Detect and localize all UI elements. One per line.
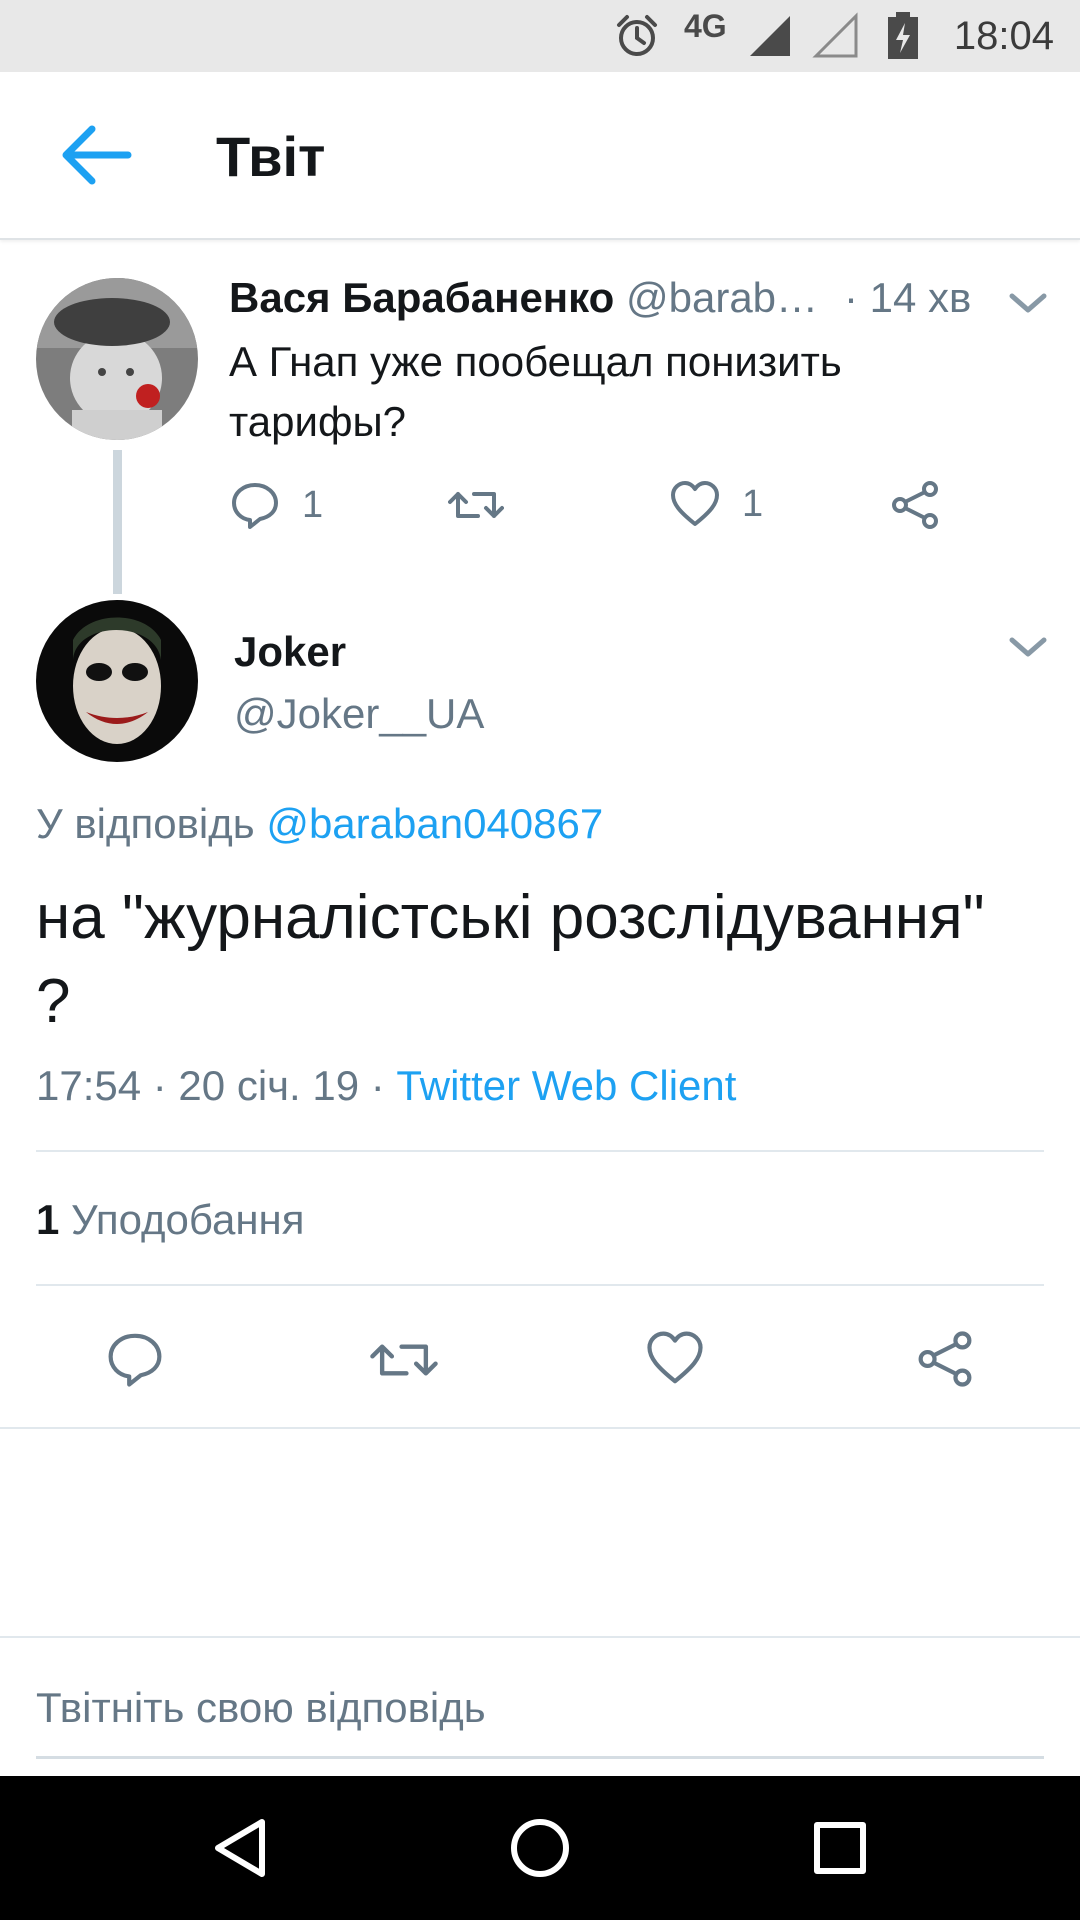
battery-charging-icon <box>886 0 920 72</box>
nav-recents-button[interactable] <box>790 1798 890 1898</box>
like-icon <box>647 1331 703 1384</box>
reply-input[interactable]: Твітніть свою відповідь <box>36 1684 486 1732</box>
likes-label: Уподобання <box>71 1196 305 1243</box>
likes-count: 1 <box>36 1196 60 1243</box>
back-button[interactable] <box>56 122 136 188</box>
parent-tweet-header: Вася Барабаненко @barab… <box>229 274 818 322</box>
divider <box>36 1150 1044 1152</box>
parent-like-button[interactable]: 1 <box>670 480 763 528</box>
parent-tweet-menu[interactable] <box>1008 290 1048 316</box>
navigation-bar <box>0 1776 1080 1920</box>
parent-reply-button[interactable]: 1 <box>230 480 323 530</box>
retweet-button[interactable] <box>370 1332 438 1388</box>
app-bar: Твіт <box>0 72 1080 240</box>
status-bar: 4G 18:04 <box>0 0 1080 72</box>
nav-back-button[interactable] <box>190 1798 290 1898</box>
likes-summary[interactable]: 1 Уподобання <box>36 1196 304 1244</box>
tweet-source-link[interactable]: Twitter Web Client <box>396 1062 736 1109</box>
parent-retweet-button[interactable] <box>448 482 504 528</box>
arrow-left-icon <box>62 125 132 185</box>
page-title: Твіт <box>216 125 326 188</box>
reply-icon <box>232 483 278 529</box>
parent-tweet-text: А Гнап уже пообещал понизить тарифы? <box>229 338 842 445</box>
parent-share-button[interactable] <box>890 480 940 530</box>
parent-author-handle[interactable]: @barab… <box>626 274 818 321</box>
avatar-main[interactable] <box>36 600 198 762</box>
parent-reply-count: 1 <box>302 483 324 526</box>
retweet-icon <box>448 492 504 518</box>
share-icon <box>918 1331 972 1387</box>
back-triangle-icon <box>215 1819 265 1877</box>
reply-input-underline <box>36 1756 1044 1759</box>
share-icon <box>892 481 938 529</box>
main-author-handle[interactable]: @Joker__UA <box>234 690 484 738</box>
like-button[interactable] <box>646 1330 704 1386</box>
divider <box>0 1636 1080 1638</box>
like-icon <box>671 481 719 526</box>
chevron-down-icon <box>1009 293 1047 313</box>
chevron-down-icon <box>1009 637 1047 657</box>
clock: 18:04 <box>953 13 1054 58</box>
parent-tweet-time: · 14 хв <box>844 274 972 321</box>
tweet-timestamp: 17:54 · 20 січ. 19 · <box>36 1062 385 1109</box>
thread-connector <box>113 450 122 594</box>
share-button[interactable] <box>916 1330 974 1388</box>
main-tweet-text: на "журналістські розслідування" ? <box>36 883 985 1036</box>
alarm-icon <box>614 0 660 72</box>
main-author-name[interactable]: Joker <box>234 628 346 676</box>
tweet-meta: 17:54 · 20 січ. 19 · Twitter Web Client <box>36 1062 736 1110</box>
signal-empty-icon <box>812 0 860 72</box>
reply-icon <box>108 1333 162 1387</box>
home-circle-icon <box>511 1819 569 1877</box>
divider <box>36 1284 1044 1286</box>
reply-context: У відповідь @baraban040867 <box>36 800 603 848</box>
reply-mention-link[interactable]: @baraban040867 <box>266 800 603 847</box>
reply-button[interactable] <box>106 1330 164 1388</box>
signal-icon <box>746 0 794 72</box>
parent-like-count: 1 <box>742 482 764 525</box>
divider <box>0 1427 1080 1429</box>
main-tweet-menu[interactable] <box>1008 634 1048 660</box>
nav-home-button[interactable] <box>490 1798 590 1898</box>
reply-prefix: У відповідь <box>36 800 255 847</box>
avatar-parent[interactable] <box>36 278 198 440</box>
recents-square-icon <box>814 1822 866 1874</box>
parent-author-name[interactable]: Вася Барабаненко <box>229 274 614 321</box>
network-type: 4G <box>684 7 727 44</box>
retweet-icon <box>370 1344 438 1376</box>
